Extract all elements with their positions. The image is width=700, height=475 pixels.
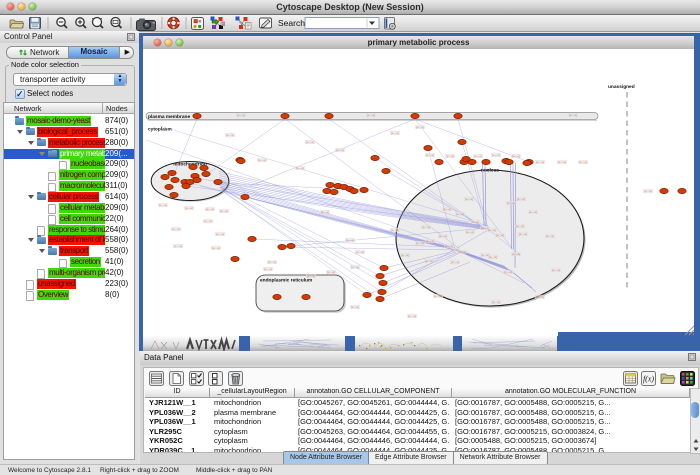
svg-text:[xx xx]: [xx xx] (489, 255, 497, 259)
svg-text:[xx xx]: [xx xx] (268, 260, 276, 264)
svg-text:[xx xx]: [xx xx] (443, 207, 451, 211)
svg-text:[xx xx]: [xx xx] (507, 201, 515, 205)
svg-text:[xx xx]: [xx xx] (546, 234, 554, 238)
svg-text:[xx xx]: [xx xx] (216, 232, 224, 236)
svg-text:endoplasmic reticulum: endoplasmic reticulum (260, 278, 312, 284)
svg-text:[xx xx]: [xx xx] (391, 131, 399, 135)
svg-text:[xx xx]: [xx xx] (159, 203, 167, 207)
svg-text:[xx xx]: [xx xx] (306, 140, 314, 144)
svg-text:[xx xx]: [xx xx] (446, 154, 454, 158)
svg-text:[xx xx]: [xx xx] (488, 228, 496, 232)
svg-text:[xx xx]: [xx xx] (426, 239, 434, 243)
svg-text:[xx xx]: [xx xx] (451, 260, 459, 264)
svg-text:[xx xx]: [xx xx] (422, 225, 430, 229)
svg-text:[xx xx]: [xx xx] (212, 246, 220, 250)
svg-text:[xx xx]: [xx xx] (336, 148, 344, 152)
svg-text:[xx xx]: [xx xx] (237, 113, 245, 117)
svg-text:[xx xx]: [xx xx] (204, 219, 212, 223)
svg-text:[xx xx]: [xx xx] (471, 220, 479, 224)
svg-text:[xx xx]: [xx xx] (504, 270, 512, 274)
svg-text:cytoplasm: cytoplasm (148, 127, 172, 133)
svg-text:[xx xx]: [xx xx] (439, 234, 447, 238)
svg-text:[xx xx]: [xx xx] (492, 300, 500, 304)
svg-text:[xx xx]: [xx xx] (174, 244, 182, 248)
svg-text:[xx xx]: [xx xx] (529, 210, 537, 214)
svg-text:f(x): f(x) (643, 375, 654, 384)
svg-text:[xx xx]: [xx xx] (558, 160, 566, 164)
svg-text:[xx xx]: [xx xx] (416, 125, 424, 129)
svg-text:[xx xx]: [xx xx] (519, 232, 527, 236)
svg-text:[xx xx]: [xx xx] (434, 294, 442, 298)
svg-text:[xx xx]: [xx xx] (458, 250, 466, 254)
svg-text:[xx xx]: [xx xx] (206, 207, 214, 211)
svg-text:[xx xx]: [xx xx] (226, 133, 234, 137)
svg-text:[xx xx]: [xx xx] (391, 228, 399, 232)
svg-text:[xx xx]: [xx xx] (445, 244, 453, 248)
svg-text:[xx xx]: [xx xx] (321, 210, 329, 214)
svg-text:[xx xx]: [xx xx] (552, 268, 560, 272)
svg-text:[xx xx]: [xx xx] (220, 209, 228, 213)
svg-text:unassigned: unassigned (608, 84, 635, 90)
svg-text:plasma membrane: plasma membrane (148, 114, 190, 120)
svg-text:[xx xx]: [xx xx] (425, 259, 433, 263)
svg-text:[xx xx]: [xx xx] (569, 113, 577, 117)
svg-text:[xx xx]: [xx xx] (496, 233, 504, 237)
svg-text:[xx xx]: [xx xx] (346, 238, 354, 242)
svg-text:[xx xx]: [xx xx] (512, 252, 520, 256)
svg-text:[xx xx]: [xx xx] (516, 224, 524, 228)
svg-text:[xx xx]: [xx xx] (401, 253, 409, 257)
svg-text:[xx xx]: [xx xx] (264, 267, 272, 271)
svg-text:[xx xx]: [xx xx] (416, 241, 424, 245)
svg-text:nucleus: nucleus (481, 168, 499, 174)
svg-text:[xx xx]: [xx xx] (465, 197, 473, 201)
svg-text:[xx xx]: [xx xx] (644, 189, 652, 193)
svg-text:[xx xx]: [xx xx] (307, 274, 315, 278)
svg-text:[xx xx]: [xx xx] (466, 230, 474, 234)
svg-text:[xx xx]: [xx xx] (579, 160, 587, 164)
svg-text:[xx xx]: [xx xx] (517, 197, 525, 201)
svg-text:[xx xx]: [xx xx] (408, 314, 416, 318)
svg-text:[xx xx]: [xx xx] (426, 153, 434, 157)
svg-text:[xx xx]: [xx xx] (327, 270, 335, 274)
svg-text:[xx xx]: [xx xx] (492, 153, 500, 157)
svg-text:[xx xx]: [xx xx] (185, 206, 193, 210)
svg-text:[xx xx]: [xx xx] (536, 160, 544, 164)
svg-text:[xx xx]: [xx xx] (351, 305, 359, 309)
svg-text:[xx xx]: [xx xx] (512, 154, 520, 158)
svg-text:[xx xx]: [xx xx] (367, 113, 375, 117)
svg-text:Search:: Search: (278, 18, 307, 28)
svg-text:[xx xx]: [xx xx] (474, 154, 482, 158)
svg-text:[xx xx]: [xx xx] (536, 295, 544, 299)
svg-text:[xx xx]: [xx xx] (351, 265, 359, 269)
svg-text:[xx xx]: [xx xx] (356, 250, 364, 254)
svg-text:[xx xx]: [xx xx] (172, 227, 180, 231)
svg-text:[xx xx]: [xx xx] (296, 166, 304, 170)
svg-text:[xx xx]: [xx xx] (258, 158, 266, 162)
svg-text:[xx xx]: [xx xx] (456, 212, 464, 216)
